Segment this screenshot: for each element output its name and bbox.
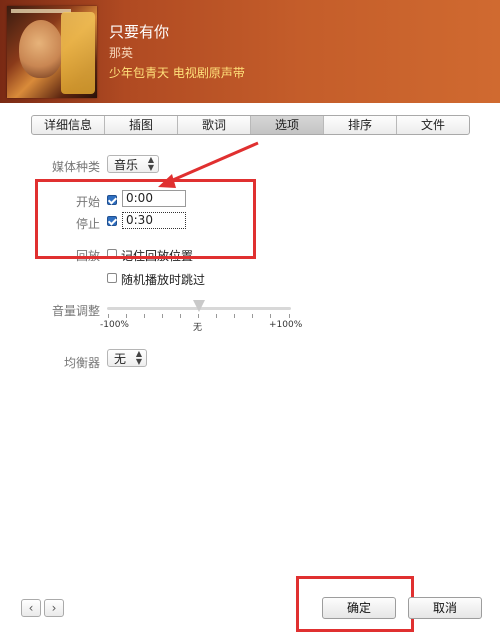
previous-button[interactable]: ‹ (21, 599, 41, 617)
annotation-box-start-stop (35, 179, 256, 259)
select-arrows-icon: ▲ ▼ (147, 155, 154, 172)
tick (126, 314, 127, 318)
tick (198, 314, 199, 318)
media-kind-value: 音乐 (114, 158, 139, 172)
tick (289, 314, 290, 318)
tick (144, 314, 145, 318)
equalizer-label: 均衡器 (63, 356, 100, 370)
media-kind-select[interactable]: 音乐 ▲ ▼ (107, 155, 159, 173)
tick (234, 314, 235, 318)
track-header: 只要有你 那英 少年包青天 电视剧原声带 (0, 0, 500, 103)
equalizer-select[interactable]: 无 ▲ ▼ (107, 349, 147, 367)
tab-bar: 详细信息 插图 歌词 选项 排序 文件 (31, 115, 470, 135)
chevron-left-icon: ‹ (28, 601, 34, 615)
song-title: 只要有你 (109, 23, 170, 41)
next-button[interactable]: › (44, 599, 64, 617)
tick (162, 314, 163, 318)
tab-options[interactable]: 选项 (251, 116, 324, 134)
album-cover-art (7, 6, 97, 98)
cover-portrait (19, 20, 63, 78)
tab-lyrics[interactable]: 歌词 (178, 116, 251, 134)
tick (270, 314, 271, 318)
cancel-button[interactable]: 取消 (408, 597, 482, 619)
tick (252, 314, 253, 318)
artist-name: 那英 (109, 46, 134, 60)
tick (216, 314, 217, 318)
media-kind-label: 媒体种类 (51, 160, 100, 174)
tab-sorting[interactable]: 排序 (324, 116, 397, 134)
equalizer-value: 无 (114, 352, 127, 366)
tab-details[interactable]: 详细信息 (32, 116, 105, 134)
ok-button[interactable]: 确定 (322, 597, 396, 619)
volume-mid-label: 无 (193, 323, 203, 333)
volume-label: 音量调整 (51, 304, 100, 318)
skip-shuffle-label: 随机播放时跳过 (121, 273, 206, 287)
tab-artwork[interactable]: 插图 (105, 116, 178, 134)
cover-calligraphy (61, 12, 95, 94)
tick (180, 314, 181, 318)
select-arrows-icon: ▲ ▼ (135, 349, 142, 366)
volume-max-label: +100% (269, 320, 303, 330)
volume-min-label: -100% (100, 320, 129, 330)
album-name: 少年包青天 电视剧原声带 (109, 66, 245, 80)
tick (108, 314, 109, 318)
skip-shuffle-checkbox[interactable] (107, 273, 117, 283)
volume-slider-thumb[interactable] (193, 300, 205, 312)
chevron-right-icon: › (51, 601, 57, 615)
tab-file[interactable]: 文件 (397, 116, 469, 134)
